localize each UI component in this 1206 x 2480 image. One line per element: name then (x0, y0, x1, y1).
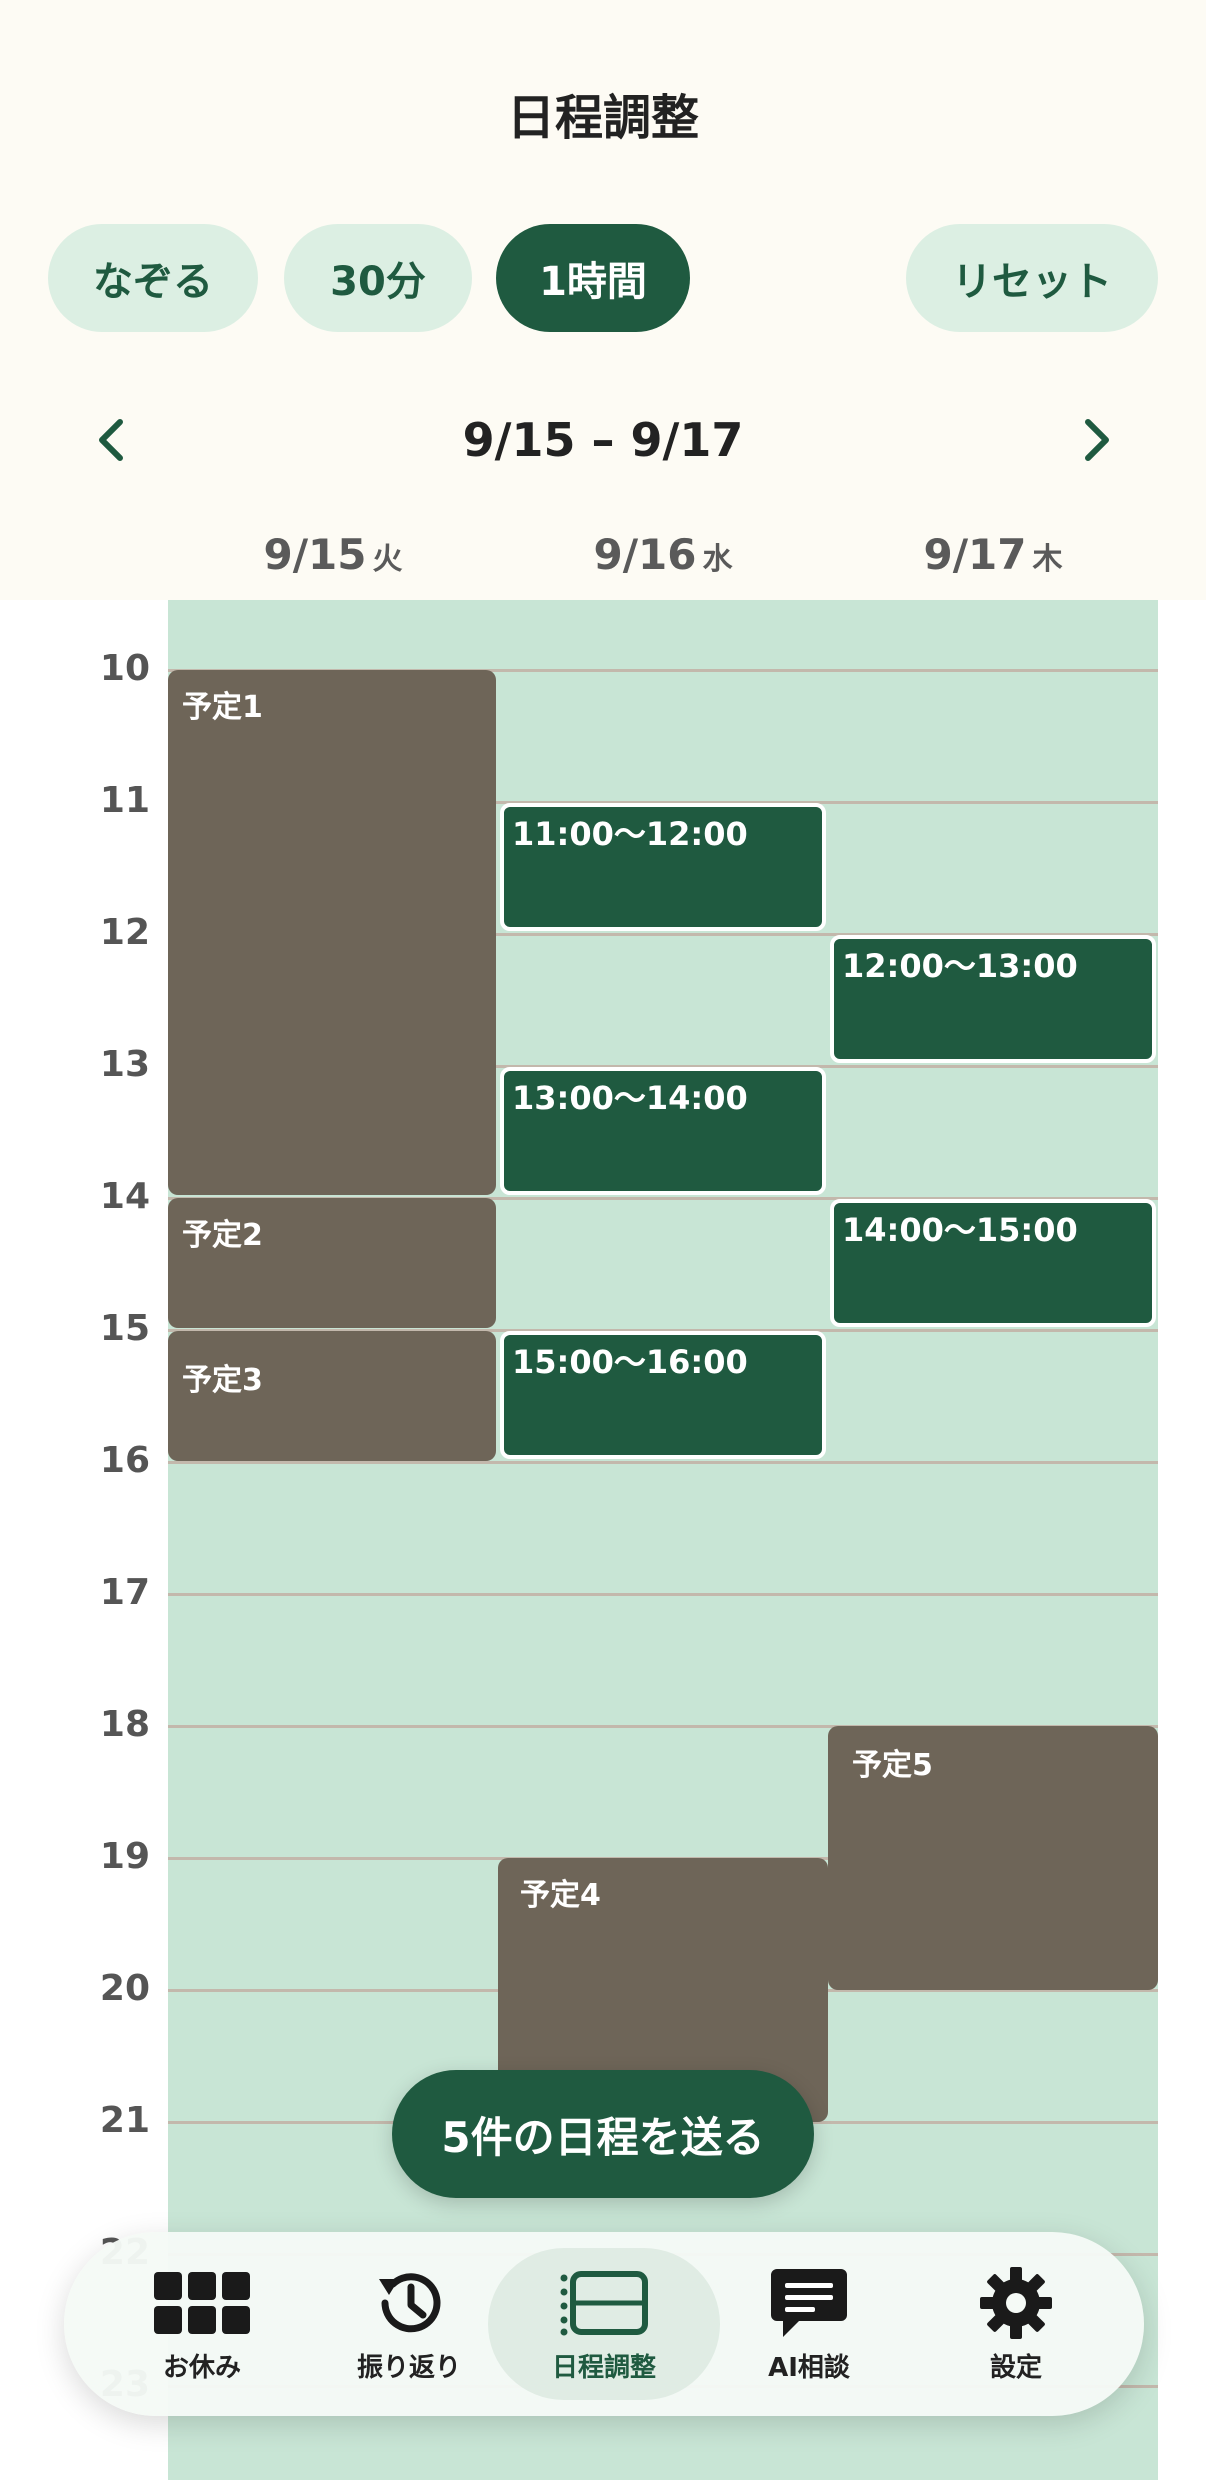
selected-slot-label: 11:00～12:00 (512, 815, 748, 853)
hour-label: 16 (99, 1440, 150, 1481)
mode-trace-button[interactable]: なぞる (48, 224, 258, 332)
busy-event-label: 予定4 (520, 1878, 601, 1913)
history-icon (379, 2272, 441, 2332)
tab-ai-chat[interactable]: AI相談 (709, 2248, 909, 2400)
hour-label: 15 (99, 1308, 150, 1349)
hour-label: 21 (99, 2100, 150, 2141)
busy-event-label: 予定3 (182, 1363, 263, 1398)
tab-settings[interactable]: 設定 (916, 2248, 1116, 2400)
day-weekday: 木 (1032, 542, 1063, 577)
calendar-grid[interactable]: 1011121314151617181920212223 予定1 予定2 予定3… (0, 600, 1206, 2480)
grid-icon (154, 2271, 250, 2334)
gear-icon (980, 2266, 1052, 2339)
date-range: 9/15 – 9/17 (462, 413, 744, 467)
busy-event: 予定5 (828, 1726, 1158, 1990)
tab-rest[interactable]: お休み (102, 2248, 302, 2400)
tab-schedule[interactable]: 日程調整 (488, 2248, 720, 2400)
busy-event: 予定2 (168, 1198, 496, 1328)
hour-label: 20 (99, 1968, 150, 2009)
day-date: 9/16 (593, 530, 697, 579)
hour-label: 14 (99, 1176, 150, 1217)
hour-label: 18 (99, 1704, 150, 1745)
next-week-button[interactable] (1064, 408, 1128, 472)
mode-30min-button[interactable]: 30分 (284, 224, 472, 332)
day-weekday: 火 (372, 542, 403, 577)
schedule-icon (560, 2270, 648, 2335)
busy-event: 予定1 (168, 670, 496, 1195)
day-date: 9/17 (923, 530, 1027, 579)
send-schedule-button[interactable]: 5件の日程を送る (392, 2070, 814, 2198)
selected-slot-label: 15:00～16:00 (512, 1343, 748, 1381)
selected-slot-label: 14:00～15:00 (842, 1211, 1078, 1249)
busy-event-label: 予定2 (182, 1218, 263, 1253)
bottom-tab-bar: お休み 振り返り 日程調整 AI相談 設定 (64, 2232, 1144, 2416)
selected-slot[interactable]: 12:00～13:00 (830, 935, 1156, 1063)
hour-gridline (168, 1461, 1158, 1464)
chevron-right-icon (1085, 419, 1109, 461)
hour-label: 11 (99, 780, 150, 821)
selected-slot-label: 12:00～13:00 (842, 947, 1078, 985)
tab-label: 振り返り (356, 2352, 461, 2383)
hour-gridline (168, 1593, 1158, 1596)
tab-label: 設定 (989, 2352, 1042, 2383)
tab-label: お休み (162, 2352, 241, 2383)
hour-label: 10 (99, 648, 150, 689)
header: 日程調整 なぞる 30分 1時間 リセット 9/15 – 9/17 9/15 火 … (0, 0, 1206, 600)
hour-label: 12 (99, 912, 150, 953)
day-weekday: 水 (702, 542, 733, 577)
tab-label: AI相談 (768, 2352, 850, 2383)
day-header: 9/15 火 (168, 530, 498, 579)
hour-label: 19 (99, 1836, 150, 1877)
hour-label: 13 (99, 1044, 150, 1085)
reset-button[interactable]: リセット (906, 224, 1158, 332)
page-title: 日程調整 (506, 90, 699, 146)
tab-label: 日程調整 (551, 2352, 656, 2383)
selected-slot[interactable]: 15:00～16:00 (500, 1331, 826, 1459)
mode-1hour-button[interactable]: 1時間 (496, 224, 690, 332)
busy-event: 予定3 (168, 1331, 496, 1461)
selected-slot[interactable]: 11:00～12:00 (500, 803, 826, 931)
busy-event-label: 予定1 (182, 690, 263, 725)
day-header: 9/16 水 (498, 530, 828, 579)
hour-label: 17 (99, 1572, 150, 1613)
selected-slot[interactable]: 13:00～14:00 (500, 1067, 826, 1195)
busy-event-label: 予定5 (852, 1748, 933, 1783)
selected-slot-label: 13:00～14:00 (512, 1079, 748, 1117)
day-header: 9/17 木 (828, 530, 1158, 579)
chat-icon (771, 2268, 847, 2337)
day-date: 9/15 (263, 530, 367, 579)
tab-review[interactable]: 振り返り (309, 2248, 509, 2400)
selected-slot[interactable]: 14:00～15:00 (830, 1199, 1156, 1327)
